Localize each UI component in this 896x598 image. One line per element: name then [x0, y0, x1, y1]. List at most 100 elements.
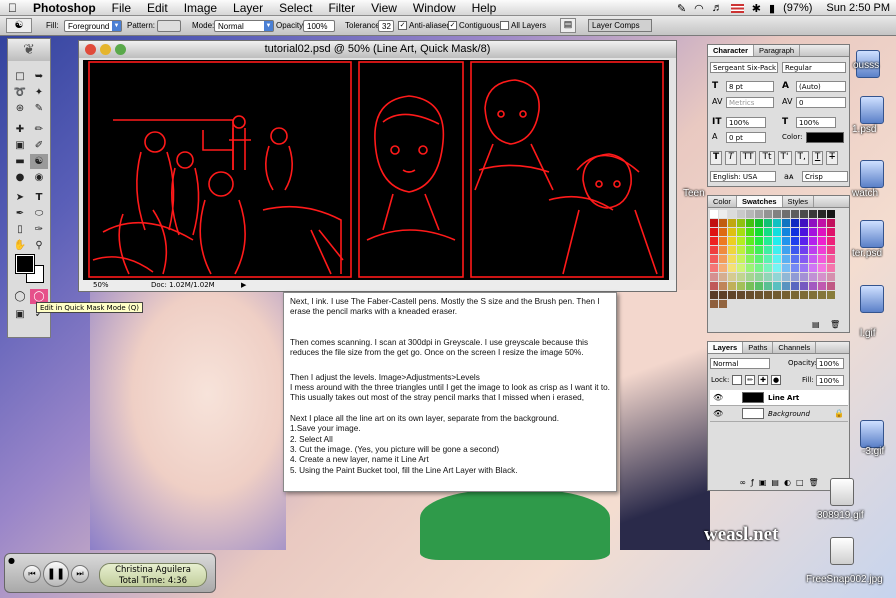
now-playing-display[interactable]: Christina Aguilera Total Time: 4:36	[99, 563, 207, 587]
marquee-tool-icon[interactable]: □	[11, 69, 29, 84]
close-icon[interactable]: ●	[8, 556, 15, 565]
paint-bucket-preset-icon[interactable]: ☯	[6, 18, 32, 33]
dodge-tool-icon[interactable]: ◉	[30, 170, 48, 185]
color-swatch[interactable]	[800, 228, 808, 236]
color-swatch[interactable]	[800, 219, 808, 227]
lock-position-icon[interactable]: ✚	[758, 375, 768, 385]
layer-mask-icon[interactable]: ▣	[759, 478, 767, 490]
color-swatch[interactable]	[737, 273, 745, 281]
color-swatch[interactable]	[782, 237, 790, 245]
color-swatch[interactable]	[800, 210, 808, 218]
color-swatch[interactable]	[782, 210, 790, 218]
color-swatch[interactable]	[710, 219, 718, 227]
color-swatch[interactable]	[764, 273, 772, 281]
color-swatch[interactable]	[719, 273, 727, 281]
color-swatch[interactable]	[746, 282, 754, 290]
color-swatch[interactable]	[800, 282, 808, 290]
foreground-color-swatch[interactable]	[15, 254, 35, 274]
color-swatch[interactable]	[746, 246, 754, 254]
desktop-label[interactable]: FreeSnap002.jpg	[806, 574, 883, 585]
color-swatch[interactable]	[719, 255, 727, 263]
color-swatch[interactable]	[809, 291, 817, 299]
file-browser-icon[interactable]: ▤	[560, 18, 576, 33]
clone-stamp-tool-icon[interactable]: ▣	[11, 138, 29, 153]
color-swatch[interactable]	[782, 291, 790, 299]
color-swatch[interactable]	[818, 219, 826, 227]
color-swatch[interactable]	[737, 219, 745, 227]
color-swatch[interactable]	[746, 255, 754, 263]
color-swatch[interactable]	[782, 273, 790, 281]
color-swatch[interactable]	[728, 219, 736, 227]
zoom-icon[interactable]	[115, 44, 126, 55]
color-swatch[interactable]	[755, 273, 763, 281]
color-swatch[interactable]	[719, 210, 727, 218]
color-swatch[interactable]	[755, 237, 763, 245]
color-swatch[interactable]	[773, 282, 781, 290]
color-swatch[interactable]	[728, 210, 736, 218]
color-swatch[interactable]	[737, 246, 745, 254]
color-swatch[interactable]	[773, 237, 781, 245]
font-style-select[interactable]: Regular	[782, 62, 846, 73]
color-swatch[interactable]	[827, 291, 835, 299]
color-swatch[interactable]	[818, 246, 826, 254]
lock-image-icon[interactable]: ✏	[745, 375, 755, 385]
menu-edit[interactable]: Edit	[139, 1, 176, 15]
color-swatch[interactable]	[827, 210, 835, 218]
vertical-scale-input[interactable]: 100%	[726, 117, 766, 128]
color-swatch[interactable]	[764, 282, 772, 290]
color-swatch[interactable]	[728, 282, 736, 290]
color-swatch[interactable]	[710, 237, 718, 245]
color-swatch[interactable]	[746, 228, 754, 236]
move-tool-icon[interactable]: ➥	[30, 69, 48, 84]
contiguous-checkbox[interactable]: ✓	[448, 21, 457, 30]
magic-wand-tool-icon[interactable]: ✦	[30, 85, 48, 100]
color-swatch[interactable]	[791, 228, 799, 236]
document-titlebar[interactable]: tutorial02.psd @ 50% (Line Art, Quick Ma…	[79, 41, 676, 58]
color-swatch[interactable]	[737, 264, 745, 272]
tolerance-input[interactable]: 32	[378, 20, 394, 32]
color-swatch[interactable]	[755, 291, 763, 299]
lock-transparency-icon[interactable]	[732, 375, 742, 385]
zoom-tool-icon[interactable]: ⚲	[30, 238, 48, 253]
font-size-input[interactable]: 8 pt	[726, 81, 774, 92]
color-swatch[interactable]	[728, 291, 736, 299]
desktop-label[interactable]: ter.psd	[852, 248, 882, 259]
color-swatch[interactable]	[755, 210, 763, 218]
color-swatch[interactable]	[746, 210, 754, 218]
all-layers-checkbox[interactable]	[500, 21, 509, 30]
color-swatch[interactable]	[764, 291, 772, 299]
antialiased-checkbox[interactable]: ✓	[398, 21, 407, 30]
tab-character[interactable]: Character	[708, 45, 755, 56]
adjustment-layer-icon[interactable]: ◐	[784, 478, 791, 490]
color-swatch[interactable]	[746, 264, 754, 272]
desktop-psd-icon[interactable]	[860, 220, 884, 248]
screen-mode-icon[interactable]: ▣	[11, 307, 29, 322]
healing-brush-tool-icon[interactable]: ✚	[11, 122, 29, 137]
shape-tool-icon[interactable]: ⬭	[30, 206, 48, 221]
menu-image[interactable]: Image	[176, 1, 225, 15]
color-swatch[interactable]	[737, 237, 745, 245]
layer-set-icon[interactable]: ▤	[771, 478, 779, 490]
color-swatch[interactable]	[755, 264, 763, 272]
new-layer-icon[interactable]: □	[796, 478, 804, 490]
tutorial-text-window[interactable]: Next, I ink. I use The Faber-Castell pen…	[283, 292, 617, 492]
desktop-psd-icon[interactable]	[860, 96, 884, 124]
small-caps-button[interactable]: Tt	[759, 151, 775, 165]
color-swatch[interactable]	[746, 291, 754, 299]
color-swatch[interactable]	[719, 291, 727, 299]
desktop-gif-icon[interactable]	[860, 420, 884, 448]
type-tool-icon[interactable]: T	[30, 190, 48, 205]
color-swatch[interactable]	[764, 255, 772, 263]
language-select[interactable]: English: USA	[710, 171, 776, 182]
opacity-input[interactable]: 100%	[303, 20, 335, 32]
script-menu-icon[interactable]: ✎	[677, 2, 686, 15]
tab-paragraph[interactable]: Paragraph	[754, 45, 801, 56]
color-swatch[interactable]	[791, 255, 799, 263]
text-color-swatch[interactable]	[806, 132, 844, 143]
color-swatch[interactable]	[827, 246, 835, 254]
eyedropper-tool-icon[interactable]: ✑	[30, 222, 48, 237]
color-swatch[interactable]	[737, 291, 745, 299]
color-swatch[interactable]	[728, 273, 736, 281]
minimize-icon[interactable]	[100, 44, 111, 55]
path-selection-tool-icon[interactable]: ➤	[11, 190, 29, 205]
